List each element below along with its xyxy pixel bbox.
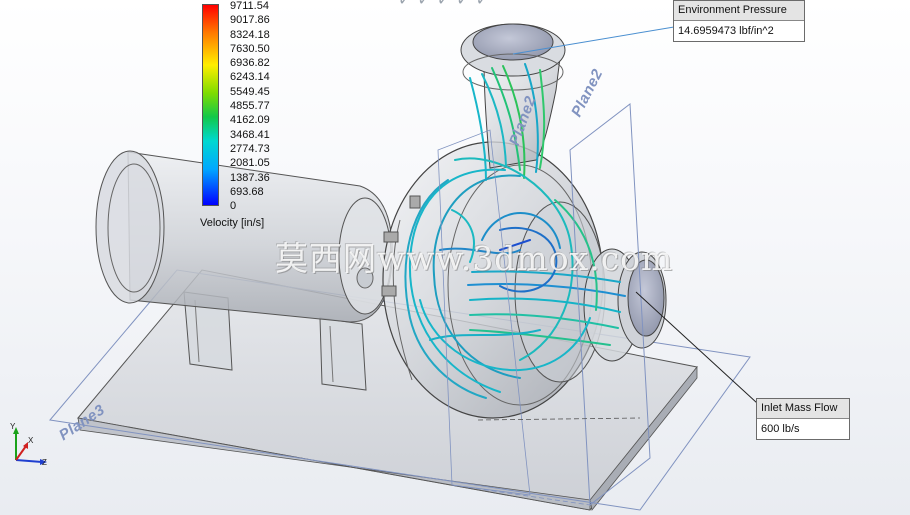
legend-tick: 1387.36 <box>230 171 270 184</box>
legend-title: Velocity [in/s] <box>200 217 265 229</box>
legend-tick: 2081.05 <box>230 157 270 170</box>
callout-title: Environment Pressure <box>674 1 804 21</box>
legend-tick: 8324.18 <box>230 28 270 41</box>
velocity-color-bar <box>202 4 219 206</box>
legend-tick: 6243.14 <box>230 71 270 84</box>
callout-title: Inlet Mass Flow <box>757 399 849 419</box>
legend-tick: 7630.50 <box>230 42 270 55</box>
legend-tick: 0 <box>230 200 237 213</box>
axis-triad[interactable]: Y X Z <box>4 422 50 470</box>
legend-tick: 693.68 <box>230 185 264 198</box>
legend-tick: 2774.73 <box>230 142 270 155</box>
legend-tick: 9711.54 <box>230 0 269 12</box>
callout-value: 600 lb/s <box>761 423 800 435</box>
inlet-mass-flow-callout[interactable]: Inlet Mass Flow 600 lb/s <box>756 398 850 440</box>
legend-tick: 6936.82 <box>230 57 270 70</box>
triad-z-label: Z <box>42 458 47 467</box>
toolbar-glyphs: ✓✓✓✓✓ <box>398 0 496 9</box>
callout-value: 14.6959473 lbf/in^2 <box>678 25 774 37</box>
legend-tick-labels: 9711.54 9017.86 8324.18 7630.50 6936.82 … <box>230 0 270 213</box>
legend-tick: 4855.77 <box>230 100 270 113</box>
legend-tick: 5549.45 <box>230 85 270 98</box>
legend-tick: 9017.86 <box>230 14 270 27</box>
legend-tick: 4162.09 <box>230 114 270 127</box>
graphics-viewport[interactable]: ✓✓✓✓✓ 9711.54 9017.86 8324.18 7630.50 69… <box>0 0 910 515</box>
velocity-legend[interactable]: 9711.54 9017.86 8324.18 7630.50 6936.82 … <box>198 0 288 232</box>
triad-x-label: X <box>28 436 34 445</box>
legend-tick: 3468.41 <box>230 128 270 141</box>
watermark-text: 莫西网www.3dmox.com <box>275 239 674 278</box>
triad-y-label: Y <box>10 422 16 431</box>
environment-pressure-callout[interactable]: Environment Pressure 14.6959473 lbf/in^2 <box>673 0 805 42</box>
